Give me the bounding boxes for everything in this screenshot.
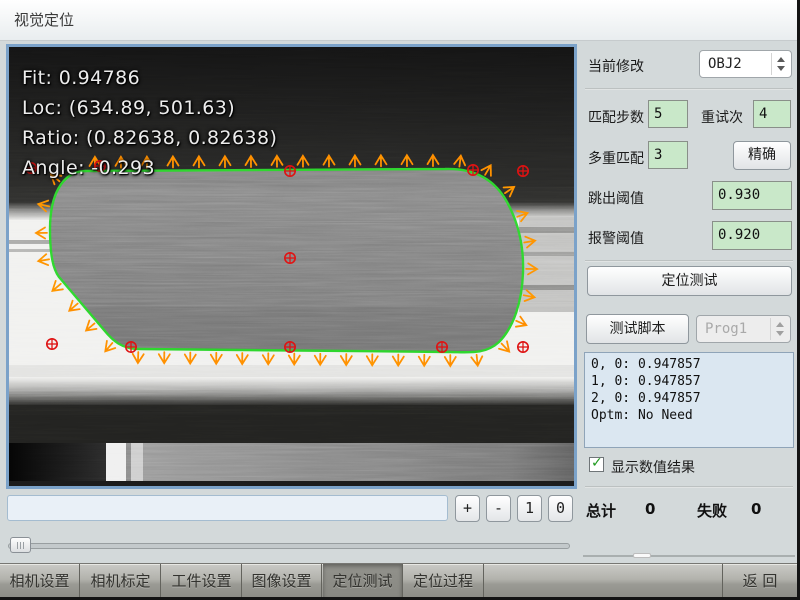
multi-match-label: 多重匹配 <box>588 148 644 168</box>
jump-threshold-input[interactable]: 0.930 <box>712 181 792 210</box>
separator <box>585 88 793 90</box>
zoom-zero-button[interactable]: 0 <box>548 495 573 522</box>
splitter-handle[interactable] <box>633 553 651 558</box>
result-line: 0, 0: 0.947857 <box>591 356 787 373</box>
alarm-threshold-input[interactable]: 0.920 <box>712 221 792 250</box>
fail-label: 失败 <box>697 500 727 521</box>
zoom-in-button[interactable]: + <box>455 495 480 522</box>
tab-camera-settings[interactable]: 相机设置 <box>0 564 80 598</box>
match-steps-label: 匹配步数 <box>588 107 644 127</box>
image-scroll-track[interactable] <box>8 543 570 549</box>
overlay-fit: Fit: 0.94786 <box>22 67 140 89</box>
tab-image-settings[interactable]: 图像设置 <box>242 564 322 598</box>
program-select[interactable]: Prog1 <box>696 315 791 343</box>
camera-view-frame: Fit: 0.94786 Loc: (634.89, 501.63) Ratio… <box>6 44 577 489</box>
title-bar: 视觉定位 <box>0 0 800 41</box>
overlay-angle: Angle: -0.293 <box>22 157 155 179</box>
bottom-tab-bar: 相机设置 相机标定 工件设置 图像设置 定位测试 定位过程 返 回 <box>0 563 797 598</box>
program-select-value: Prog1 <box>705 316 747 342</box>
retry-label: 重试次 <box>701 107 743 127</box>
jump-threshold-label: 跳出阈值 <box>588 188 644 208</box>
tab-locate-test[interactable]: 定位测试 <box>323 564 403 598</box>
object-select[interactable]: OBJ2 <box>699 50 792 78</box>
match-steps-input[interactable]: 5 <box>648 100 688 128</box>
tab-camera-calibration[interactable]: 相机标定 <box>81 564 161 598</box>
separator <box>585 486 793 488</box>
overlay-ratio: Ratio: (0.82638, 0.82638) <box>22 127 277 149</box>
test-script-button[interactable]: 测试脚本 <box>586 314 689 344</box>
retry-input[interactable]: 4 <box>753 100 791 128</box>
result-line: Optm: No Need <box>591 407 787 424</box>
chevron-updown-icon <box>771 53 791 75</box>
total-label: 总计 <box>586 500 616 521</box>
tab-locate-process[interactable]: 定位过程 <box>403 564 484 598</box>
fail-value: 0 <box>751 500 761 518</box>
separator <box>585 260 793 262</box>
show-results-checkbox[interactable] <box>589 457 604 472</box>
alarm-threshold-label: 报警阈值 <box>588 228 644 248</box>
precise-button[interactable]: 精确 <box>733 141 791 170</box>
panel-bottom-divider <box>583 555 795 557</box>
show-results-label: 显示数值结果 <box>611 457 695 477</box>
total-value: 0 <box>645 500 655 518</box>
image-scroll-handle[interactable] <box>10 537 31 553</box>
chevron-updown-icon <box>770 318 790 340</box>
return-button[interactable]: 返 回 <box>722 564 797 598</box>
object-select-value: OBJ2 <box>708 51 742 77</box>
app-window: 视觉定位 <box>0 0 800 600</box>
results-log: 0, 0: 0.947857 1, 0: 0.947857 2, 0: 0.94… <box>584 352 794 448</box>
command-input[interactable] <box>7 495 448 521</box>
multi-match-input[interactable]: 3 <box>648 141 688 169</box>
current-edit-label: 当前修改 <box>588 56 644 76</box>
zoom-one-button[interactable]: 1 <box>517 495 542 522</box>
zoom-out-button[interactable]: - <box>486 495 511 522</box>
tab-workpiece-settings[interactable]: 工件设置 <box>162 564 242 598</box>
overlay-loc: Loc: (634.89, 501.63) <box>22 97 235 119</box>
locate-test-button[interactable]: 定位测试 <box>587 266 792 296</box>
result-line: 2, 0: 0.947857 <box>591 390 787 407</box>
result-line: 1, 0: 0.947857 <box>591 373 787 390</box>
camera-canvas[interactable]: Fit: 0.94786 Loc: (634.89, 501.63) Ratio… <box>9 47 574 486</box>
window-title: 视觉定位 <box>14 0 74 40</box>
